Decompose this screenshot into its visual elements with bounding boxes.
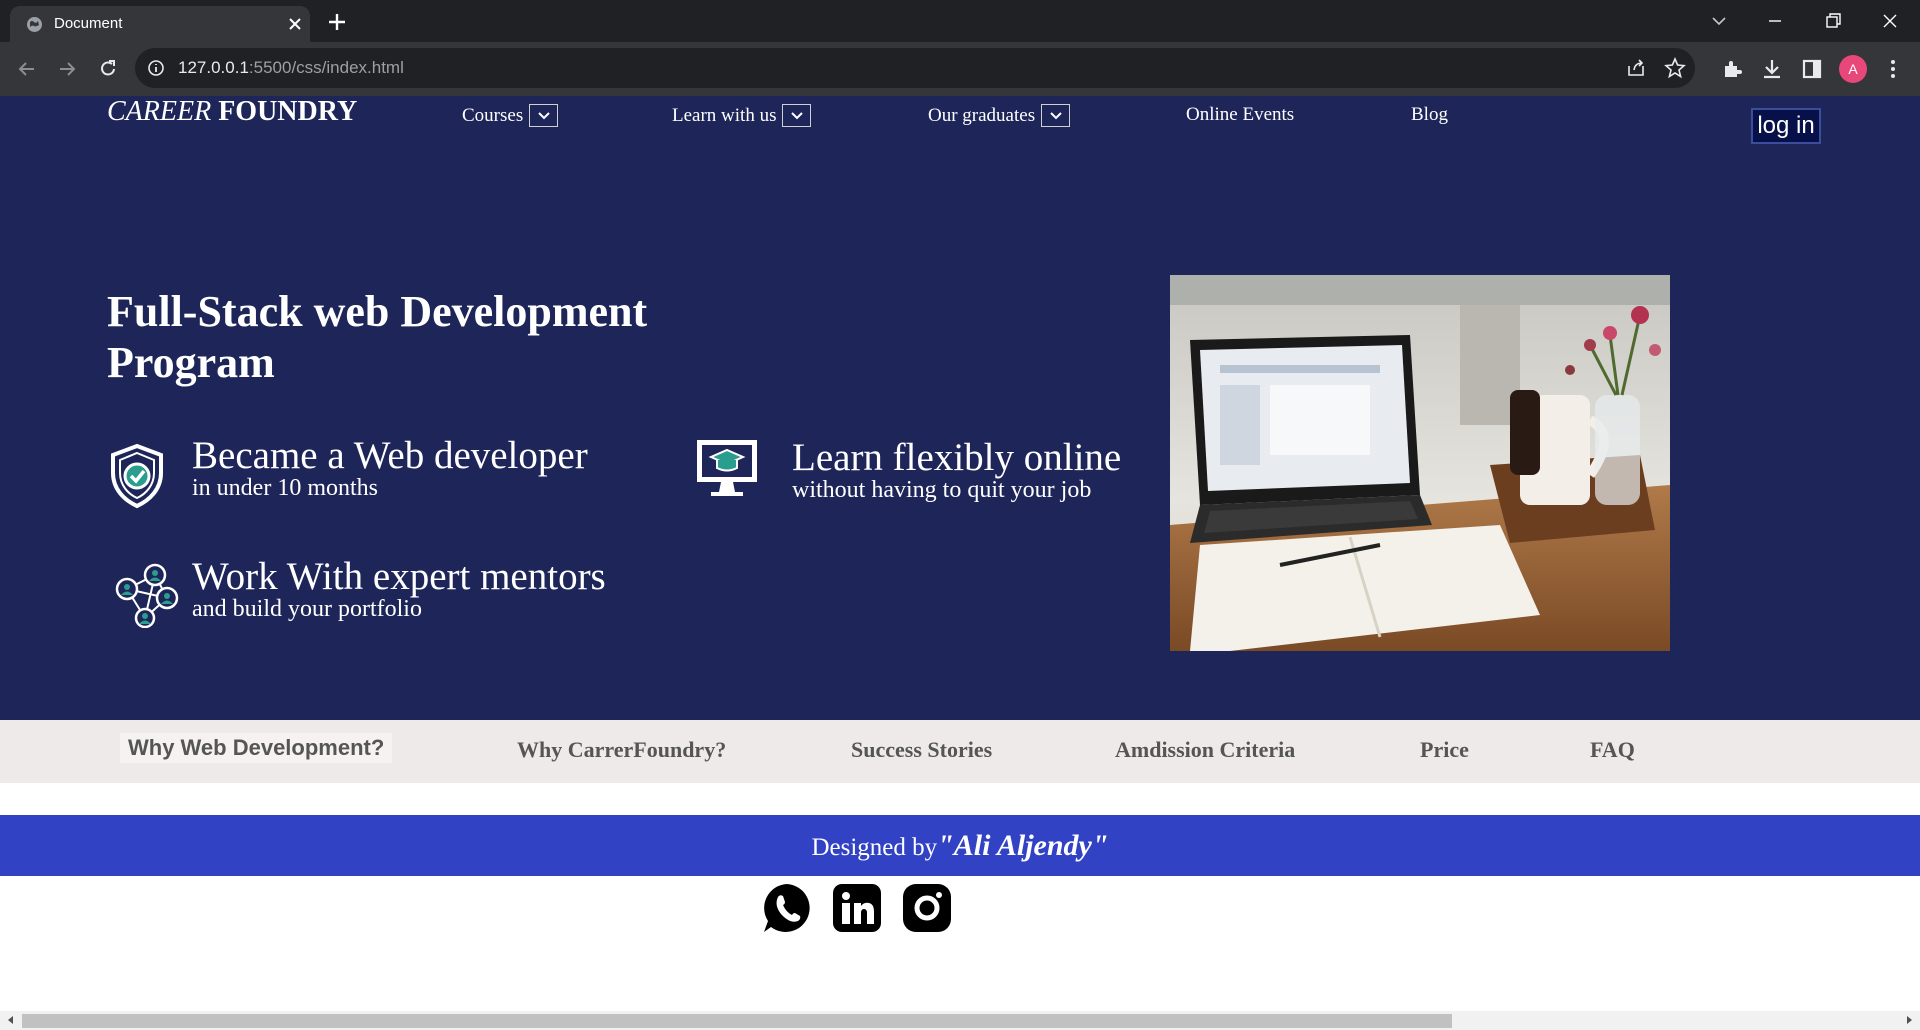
reload-icon[interactable]: [95, 56, 121, 82]
nav-online-events[interactable]: Online Events: [1186, 104, 1294, 126]
shield-check-icon: [111, 443, 163, 509]
designed-by-label: Designed by"Ali Aljendy": [811, 829, 1109, 862]
side-panel-icon[interactable]: [1799, 56, 1825, 82]
nav-our-graduates[interactable]: Our graduates: [928, 104, 1071, 127]
menu-kebab-icon[interactable]: [1880, 56, 1906, 82]
network-people-icon: [115, 563, 179, 628]
site-info-icon[interactable]: [147, 59, 165, 77]
login-button[interactable]: log in: [1751, 108, 1821, 144]
chevron-down-icon: [538, 112, 550, 120]
scroll-left-icon[interactable]: [6, 1015, 16, 1025]
site-logo[interactable]: CAREER FOUNDRY: [107, 96, 357, 128]
subnav-why-web-development[interactable]: Why Web Development?: [120, 733, 393, 763]
scroll-right-icon[interactable]: [1904, 1015, 1914, 1025]
courses-dropdown-toggle[interactable]: [529, 104, 559, 127]
feature-subtext: and build your portfolio: [192, 596, 422, 622]
chevron-down-icon: [791, 112, 804, 120]
hero-title: Full-Stack web Development Program: [107, 287, 648, 387]
browser-tab-strip: Document: [0, 0, 1920, 42]
tab-search-icon[interactable]: [1706, 8, 1732, 34]
extensions-icon[interactable]: [1719, 56, 1745, 82]
subnav-price[interactable]: Price: [1420, 737, 1469, 763]
social-links: [760, 881, 954, 935]
nav-blog[interactable]: Blog: [1411, 104, 1448, 126]
chevron-down-icon: [1050, 112, 1062, 120]
learn-dropdown-toggle[interactable]: [782, 104, 812, 127]
feature-subtext: in under 10 months: [192, 475, 378, 501]
feature-heading: Work With expert mentors: [192, 555, 606, 598]
instagram-icon[interactable]: [900, 881, 954, 935]
browser-tab[interactable]: Document: [10, 6, 310, 42]
feature-heading: Learn flexibly online: [792, 436, 1122, 479]
author-name: "Ali Aljendy": [937, 829, 1109, 862]
nav-learn-with-us[interactable]: Learn with us: [672, 104, 812, 127]
back-icon[interactable]: [14, 56, 40, 82]
subnav-admission-criteria[interactable]: Amdission Criteria: [1115, 737, 1295, 763]
horizontal-scrollbar[interactable]: [0, 1011, 1920, 1030]
close-window-icon[interactable]: [1877, 8, 1903, 34]
tab-title: Document: [54, 15, 123, 32]
new-tab-icon[interactable]: [325, 10, 349, 34]
nav-courses[interactable]: Courses: [462, 104, 559, 127]
linkedin-icon[interactable]: [830, 881, 884, 935]
url-text[interactable]: 127.0.0.1:5500/css/index.html: [178, 58, 404, 78]
feature-heading: Became a Web developer: [192, 434, 588, 477]
restore-icon[interactable]: [1820, 8, 1846, 34]
footer-credit: Designed by"Ali Aljendy": [0, 815, 1920, 876]
download-icon[interactable]: [1759, 56, 1785, 82]
scrollbar-thumb[interactable]: [22, 1014, 1452, 1028]
globe-icon: [27, 17, 42, 32]
share-icon[interactable]: [1625, 57, 1647, 79]
profile-avatar[interactable]: A: [1839, 55, 1867, 83]
minimize-icon[interactable]: [1762, 8, 1788, 34]
subnav-success-stories[interactable]: Success Stories: [851, 737, 992, 763]
whatsapp-icon[interactable]: [760, 881, 814, 935]
bookmark-star-icon[interactable]: [1664, 57, 1686, 79]
section-nav: Why Web Development? Why CarrerFoundry? …: [0, 720, 1920, 783]
forward-icon[interactable]: [54, 56, 80, 82]
laptop-desk-photo: [1170, 275, 1670, 651]
browser-toolbar: 127.0.0.1:5500/css/index.html A: [0, 42, 1920, 96]
subnav-faq[interactable]: FAQ: [1590, 737, 1635, 763]
graduates-dropdown-toggle[interactable]: [1041, 104, 1071, 127]
close-tab-icon[interactable]: [286, 15, 304, 33]
monitor-graduation-cap-icon: [697, 440, 757, 496]
address-bar[interactable]: 127.0.0.1:5500/css/index.html: [135, 48, 1695, 88]
page-viewport: CAREER FOUNDRY Courses Learn with us Our…: [0, 96, 1920, 1011]
hero-section: CAREER FOUNDRY Courses Learn with us Our…: [0, 96, 1920, 720]
subnav-why-careerfoundry[interactable]: Why CarrerFoundry?: [517, 737, 726, 763]
feature-subtext: without having to quit your job: [792, 477, 1092, 503]
